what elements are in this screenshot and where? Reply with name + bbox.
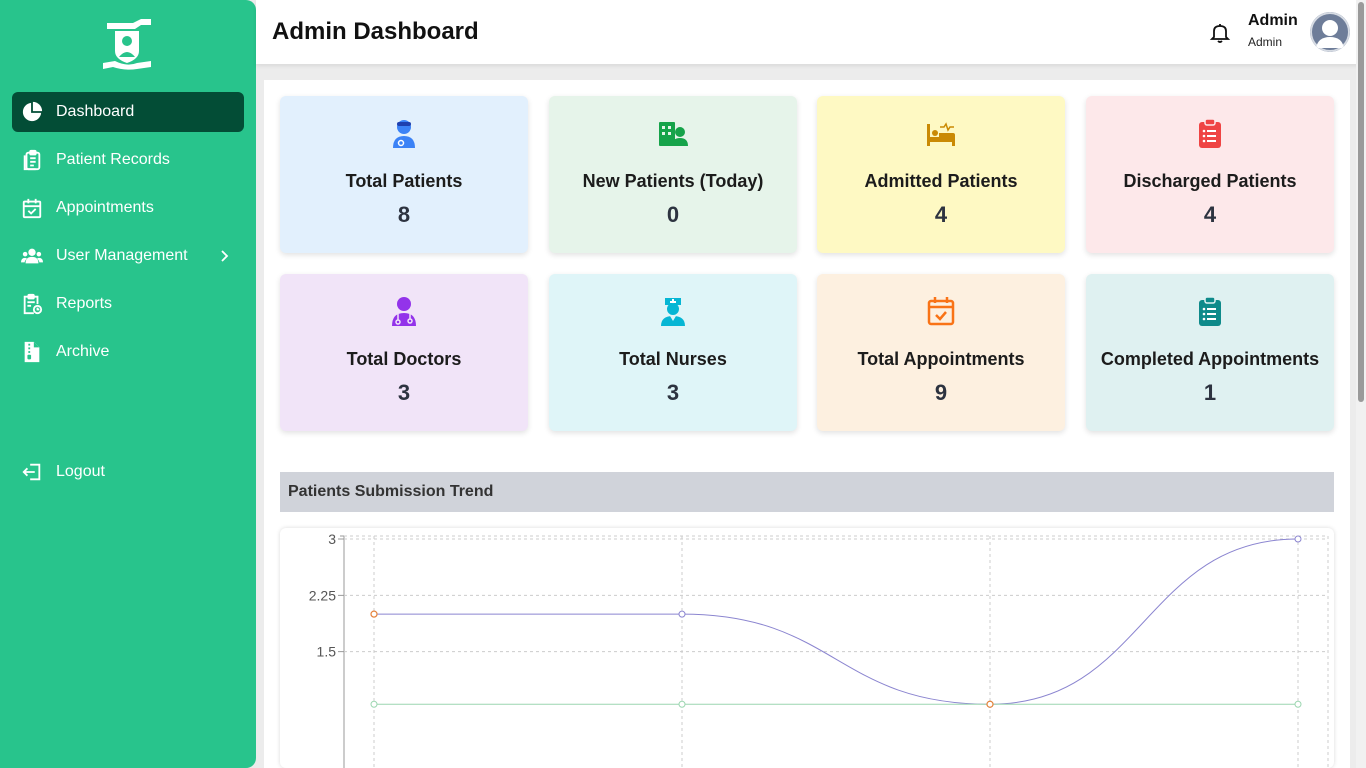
series-line-0 [374, 538, 1299, 705]
stat-label: Total Nurses [619, 349, 727, 369]
calendar-check-icon [817, 296, 1065, 328]
sidebar-item-label: Appointments [56, 199, 154, 216]
sidebar-item-label: Reports [56, 295, 113, 312]
stat-card-total-doctors[interactable]: Total Doctors 3 [280, 274, 528, 431]
clipboard-list-icon [1086, 118, 1334, 150]
stat-label: Admitted Patients [864, 171, 1018, 191]
archive-file-icon [20, 340, 44, 364]
sidebar-item-user-management[interactable]: User Management [12, 236, 244, 276]
stat-value: 3 [397, 380, 411, 405]
series-point-1 [370, 700, 378, 708]
highlight-point [986, 700, 994, 708]
y-tick-label: 2.25 [309, 587, 336, 603]
page-title: Admin Dashboard [272, 18, 479, 45]
sidebar-item-reports[interactable]: Reports [12, 284, 244, 324]
clipboard-list-icon [1086, 296, 1334, 328]
chevron-right-icon[interactable] [216, 248, 232, 264]
stat-card-new-patients[interactable]: New Patients (Today) 0 [549, 96, 797, 253]
hospital-bed-icon [817, 118, 1065, 150]
sidebar-item-label: Archive [56, 343, 110, 360]
sidebar-item-patient-records[interactable]: Patient Records [12, 140, 244, 180]
chart-title: Patients Submission Trend [288, 483, 494, 500]
series-point-1 [678, 700, 686, 708]
pie-chart-icon [20, 100, 44, 124]
highlight-point [370, 610, 378, 618]
patients-trend-chart: 3 2.25 1.5 [280, 528, 1334, 768]
stat-value: 0 [666, 202, 680, 227]
stat-label: Total Patients [345, 171, 463, 191]
report-clock-icon [20, 292, 44, 316]
y-tick-label: 1.5 [317, 644, 337, 660]
nurse-icon [549, 296, 797, 328]
avatar[interactable] [1310, 12, 1350, 52]
stat-value: 4 [934, 202, 948, 227]
sidebar-item-archive[interactable]: Archive [12, 332, 244, 372]
stat-value: 1 [1203, 380, 1217, 405]
logout-icon [20, 460, 44, 484]
hospital-user-icon [549, 118, 797, 150]
stat-card-completed-appointments[interactable]: Completed Appointments 1 [1086, 274, 1334, 431]
notification-bell-icon[interactable] [1208, 21, 1232, 45]
stat-value: 8 [397, 202, 411, 227]
calendar-check-icon [20, 196, 44, 220]
stat-label: Completed Appointments [1100, 349, 1320, 369]
series-point-0 [1294, 535, 1302, 543]
stat-card-admitted-patients[interactable]: Admitted Patients 4 [817, 96, 1065, 253]
sidebar-nav: Dashboard Patient Records Appointments U… [12, 92, 244, 380]
stat-label: Discharged Patients [1123, 171, 1297, 191]
stat-card-total-appointments[interactable]: Total Appointments 9 [817, 274, 1065, 431]
user-role: Admin [1248, 35, 1283, 49]
stat-label: New Patients (Today) [582, 171, 764, 191]
stat-label: Total Doctors [346, 349, 462, 369]
dashboard-content: Total Patients 8 New Patients (Today) 0 … [264, 80, 1350, 768]
sidebar-item-label: User Management [56, 247, 188, 264]
scrollbar-thumb[interactable] [1358, 2, 1364, 402]
sidebar: Dashboard Patient Records Appointments U… [0, 0, 256, 768]
series-point-0 [678, 610, 686, 618]
sidebar-item-label: Dashboard [56, 103, 135, 120]
stat-card-total-nurses[interactable]: Total Nurses 3 [549, 274, 797, 431]
stat-value: 9 [934, 380, 948, 405]
stat-card-discharged-patients[interactable]: Discharged Patients 4 [1086, 96, 1334, 253]
stat-value: 3 [666, 380, 680, 405]
logout-label: Logout [56, 463, 105, 480]
user-name: Admin [1248, 12, 1298, 29]
stat-card-total-patients[interactable]: Total Patients 8 [280, 96, 528, 253]
users-icon [20, 244, 44, 268]
top-header: Admin Dashboard Admin Admin [256, 0, 1366, 64]
logout-button[interactable]: Logout [12, 452, 244, 492]
sidebar-item-appointments[interactable]: Appointments [12, 188, 244, 228]
clipboard-list-icon [20, 148, 44, 172]
stat-label: Total Appointments [857, 349, 1025, 369]
stat-value: 4 [1203, 202, 1217, 227]
trend-chart-svg: 3 2.25 1.5 [309, 531, 1329, 768]
doctor-icon [280, 296, 528, 328]
sidebar-item-dashboard[interactable]: Dashboard [12, 92, 244, 132]
y-tick-label: 3 [328, 531, 336, 547]
patient-icon [280, 118, 528, 150]
series-point-1 [1294, 700, 1302, 708]
hospital-logo-icon [101, 17, 153, 71]
chart-header: Patients Submission Trend [280, 472, 1334, 512]
sidebar-item-label: Patient Records [56, 151, 170, 168]
